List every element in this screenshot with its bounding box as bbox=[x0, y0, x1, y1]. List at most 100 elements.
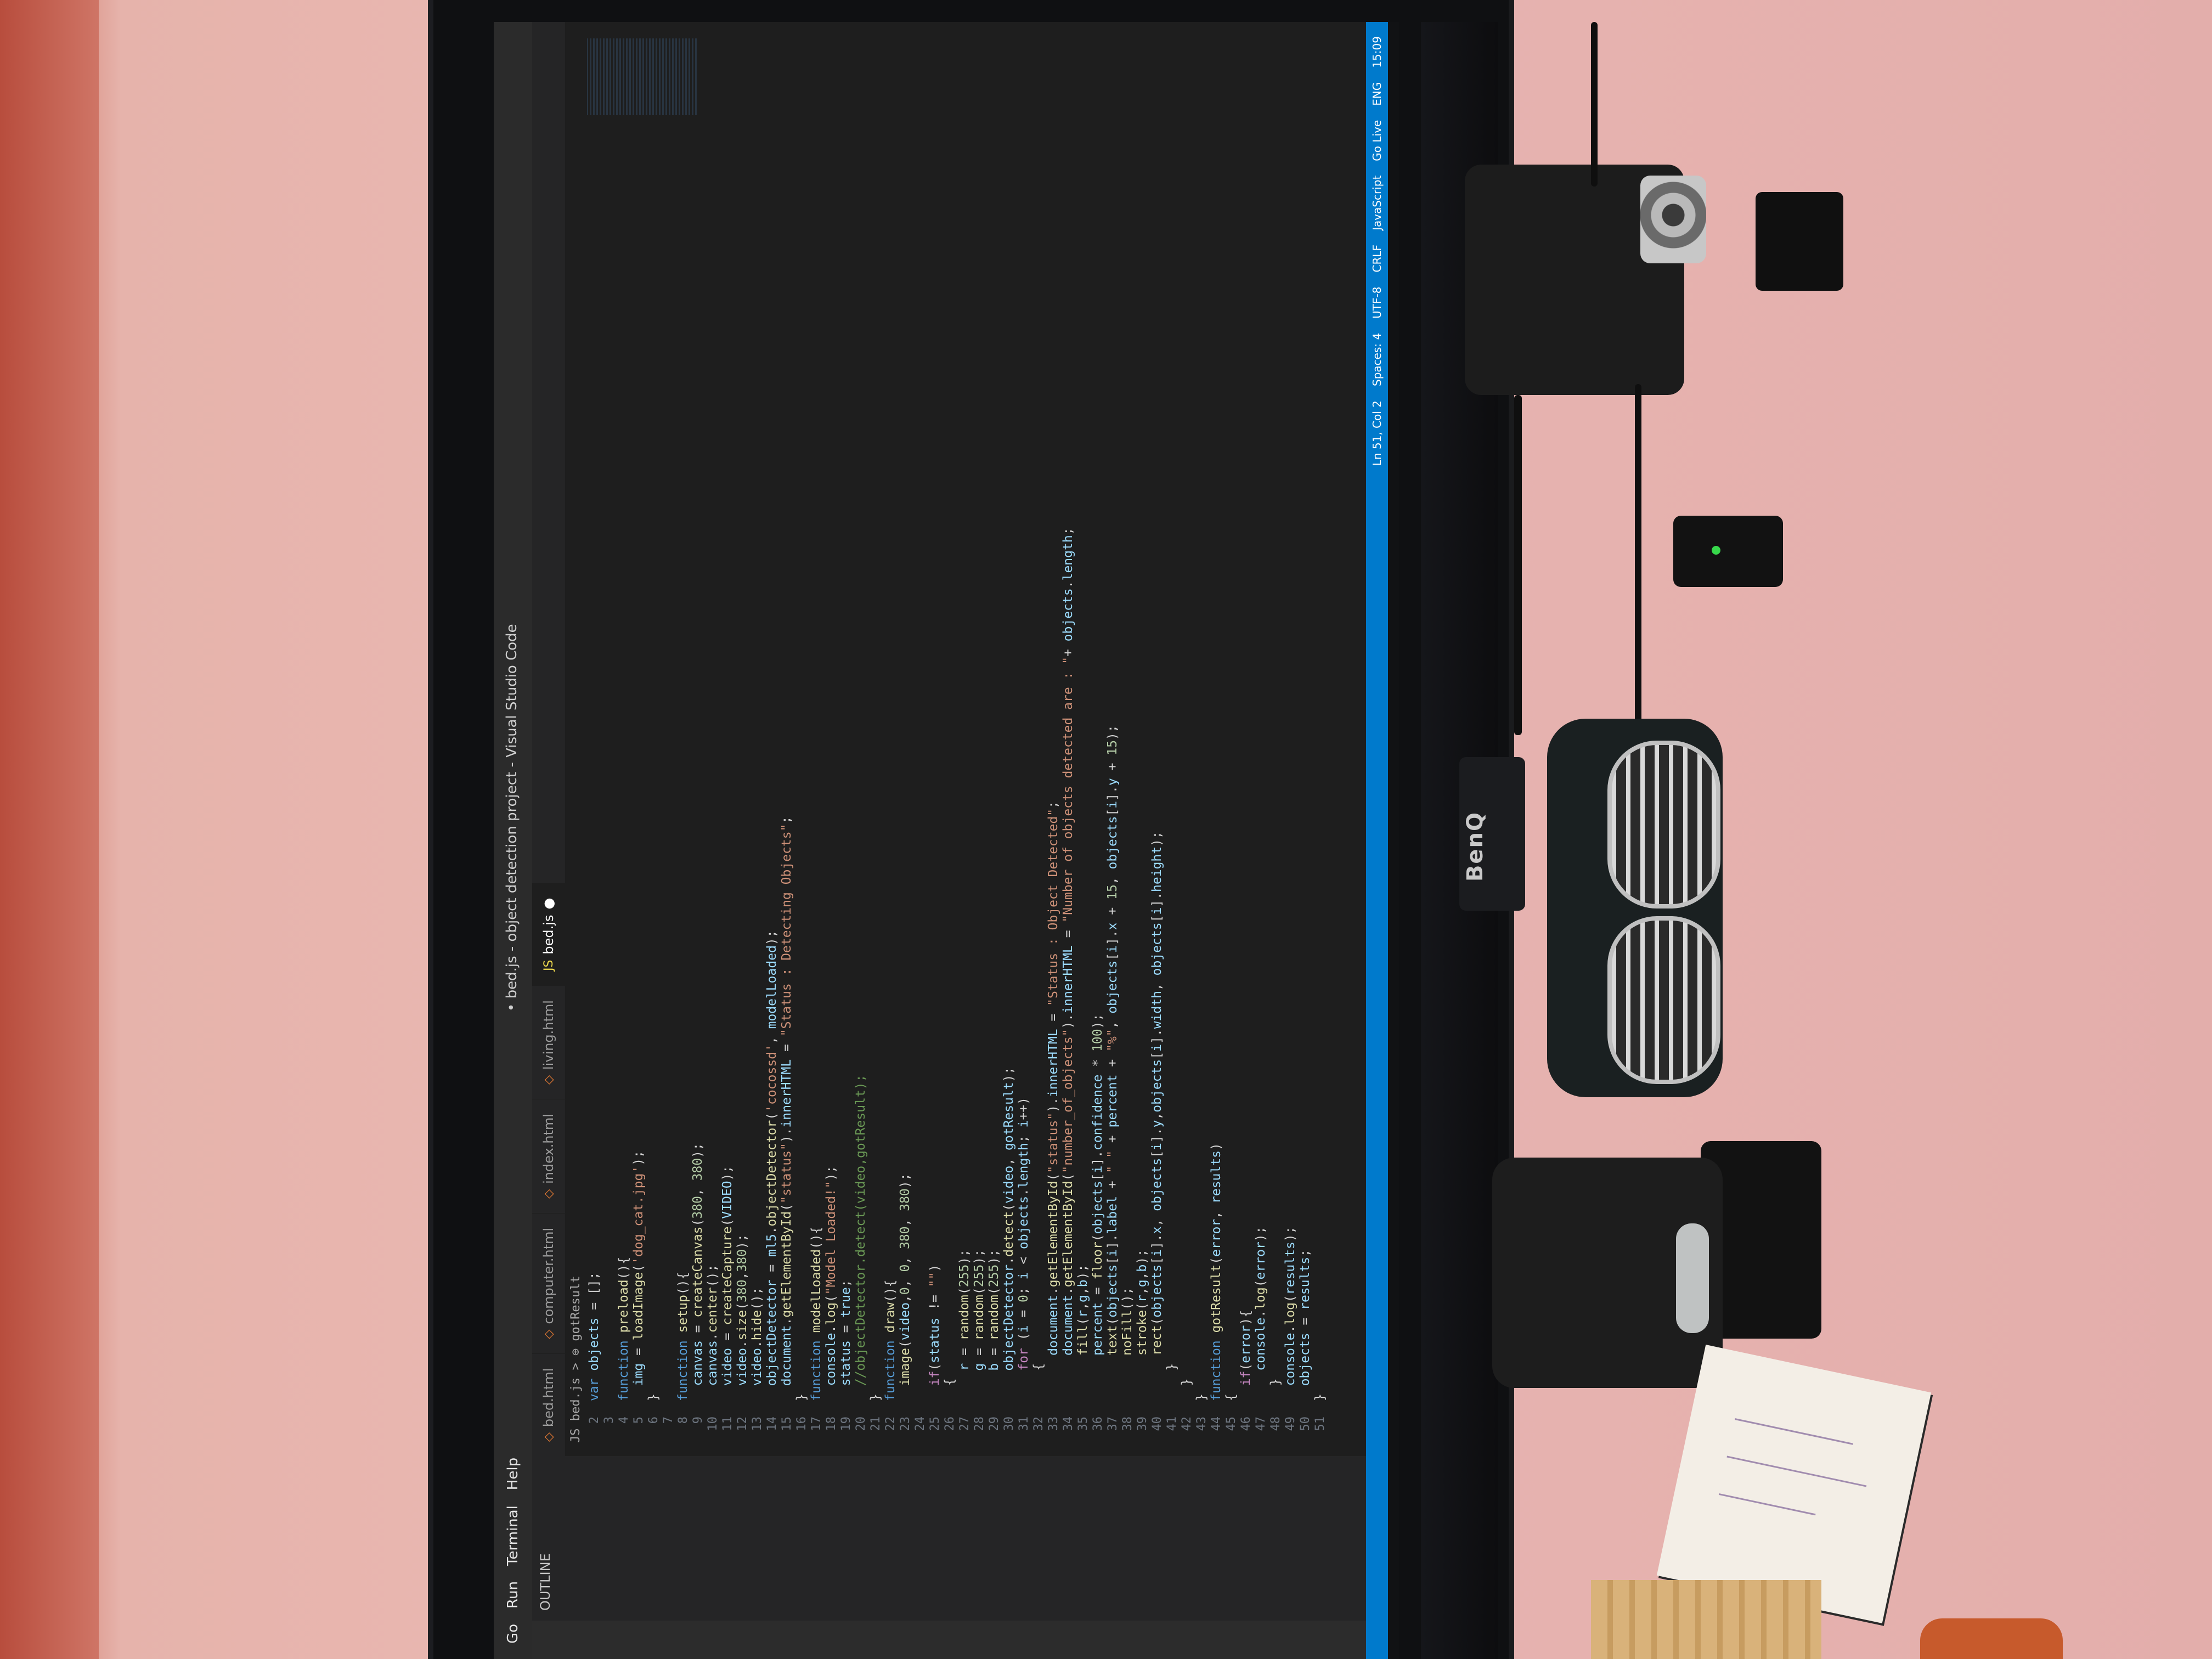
code-line[interactable]: function gotResult(error, results) bbox=[1209, 30, 1224, 1401]
cup bbox=[1920, 1618, 2063, 1659]
code-line[interactable]: document.getElementById("status").innerH… bbox=[780, 30, 794, 1401]
code-line[interactable]: { bbox=[1224, 30, 1239, 1401]
tab-label: bed.html bbox=[541, 1368, 556, 1427]
status-cursor-position[interactable]: Ln 51, Col 2 bbox=[1370, 400, 1384, 466]
code-line[interactable]: } bbox=[1194, 30, 1209, 1401]
line-number: 32 bbox=[1032, 1417, 1046, 1431]
code-line[interactable]: function modelLoaded(){ bbox=[809, 30, 824, 1401]
code-line[interactable]: var objects = []; bbox=[587, 30, 602, 1401]
line-number: 46 bbox=[1239, 1417, 1253, 1431]
tab-bed-js[interactable]: JS bed.js ● bbox=[532, 883, 565, 986]
code-line[interactable]: objects = results; bbox=[1298, 30, 1313, 1401]
wooden-sticks bbox=[1591, 1580, 1821, 1659]
tab-computer-html[interactable]: ◇ computer.html bbox=[532, 1212, 565, 1353]
code-line[interactable]: } bbox=[1180, 30, 1194, 1401]
code-line[interactable]: } bbox=[794, 30, 809, 1401]
line-number: 44 bbox=[1210, 1417, 1223, 1431]
code-line[interactable]: text(objects[i].label + " " + percent + … bbox=[1105, 30, 1120, 1401]
line-number: 2 bbox=[588, 1417, 601, 1424]
code-line[interactable]: console.log(error); bbox=[1254, 30, 1268, 1401]
code-line[interactable]: { bbox=[1031, 30, 1046, 1401]
code-line[interactable]: console.log("Model Loaded!"); bbox=[824, 30, 839, 1401]
code-editor[interactable]: 2 3 4 5 6 7 8 9 10 11 12 13 14 15 16 17 18 19 20 21 22 23 24 25… bbox=[587, 22, 1366, 1456]
status-eol[interactable]: CRLF bbox=[1370, 245, 1384, 273]
code-line[interactable]: canvas.center(); bbox=[706, 30, 720, 1401]
code-line[interactable]: console.log(results); bbox=[1283, 30, 1298, 1401]
code-line[interactable]: } bbox=[1268, 30, 1283, 1401]
code-line[interactable]: } bbox=[1313, 30, 1328, 1401]
code-line[interactable]: { bbox=[943, 30, 957, 1401]
line-number: 5 bbox=[632, 1417, 646, 1424]
code-line[interactable]: function setup(){ bbox=[676, 30, 691, 1401]
status-lang-code[interactable]: ENG bbox=[1370, 82, 1384, 106]
line-number: 35 bbox=[1076, 1417, 1090, 1431]
line-number: 3 bbox=[602, 1417, 616, 1424]
code-line[interactable]: video.size(380,380); bbox=[735, 30, 750, 1401]
line-number: 7 bbox=[662, 1417, 675, 1424]
line-number: 33 bbox=[1047, 1417, 1060, 1431]
sidebar-outline[interactable]: OUTLINE bbox=[532, 1456, 558, 1621]
code-line[interactable]: objectDetector = ml5.objectDetector('coc… bbox=[765, 30, 780, 1401]
code-line[interactable] bbox=[913, 30, 928, 1401]
status-indentation[interactable]: Spaces: 4 bbox=[1370, 333, 1384, 386]
code-line[interactable]: rect(objects[i].x, objects[i].y,objects[… bbox=[1150, 30, 1165, 1401]
code-line[interactable]: function draw(){ bbox=[883, 30, 898, 1401]
tab-bed-html[interactable]: ◇ bed.html bbox=[532, 1353, 565, 1456]
menu-go[interactable]: Go bbox=[505, 1624, 521, 1644]
js-icon: JS bbox=[541, 960, 556, 972]
code-area[interactable]: var objects = []; function preload(){ img… bbox=[587, 30, 1366, 1401]
speaker-badge bbox=[1676, 1223, 1709, 1333]
handwriting bbox=[1718, 1493, 1816, 1516]
tab-living-html[interactable]: ◇ living.html bbox=[532, 985, 565, 1099]
line-number: 11 bbox=[721, 1417, 735, 1431]
code-line[interactable]: canvas = createCanvas(380, 380); bbox=[691, 30, 706, 1401]
line-number: 12 bbox=[736, 1417, 749, 1431]
code-line[interactable]: } bbox=[868, 30, 883, 1401]
code-line[interactable]: function preload(){ bbox=[617, 30, 631, 1401]
code-line[interactable] bbox=[602, 30, 617, 1401]
status-go-live[interactable]: Go Live bbox=[1370, 120, 1384, 161]
line-number: 39 bbox=[1136, 1417, 1149, 1431]
code-line[interactable]: video = createCapture(VIDEO); bbox=[720, 30, 735, 1401]
line-number: 36 bbox=[1091, 1417, 1105, 1431]
code-line[interactable]: image(video,0, 0, 380, 380); bbox=[898, 30, 913, 1401]
window-title: • bed.js - object detection project - Vi… bbox=[504, 624, 520, 1012]
line-number: 51 bbox=[1313, 1417, 1327, 1431]
code-line[interactable]: video.hide(); bbox=[750, 30, 765, 1401]
code-line[interactable]: //objectDetector.detect(video,gotResult)… bbox=[854, 30, 868, 1401]
line-number: 19 bbox=[839, 1417, 853, 1431]
code-line[interactable]: noFill(); bbox=[1120, 30, 1135, 1401]
tab-index-html[interactable]: ◇ index.html bbox=[532, 1098, 565, 1213]
code-line[interactable]: if(error){ bbox=[1239, 30, 1254, 1401]
code-line[interactable]: b = random(255); bbox=[987, 30, 1002, 1401]
unsaved-dot-icon[interactable]: ● bbox=[541, 898, 556, 910]
code-line[interactable]: img = loadImage('dog_cat.jpg'); bbox=[631, 30, 646, 1401]
code-line[interactable]: document.getElementById("status").innerH… bbox=[1046, 30, 1061, 1401]
code-line[interactable]: } bbox=[646, 30, 661, 1401]
menu-run[interactable]: Run bbox=[505, 1581, 521, 1609]
code-line[interactable]: stroke(r,g,b); bbox=[1135, 30, 1150, 1401]
code-line[interactable]: } bbox=[1165, 30, 1180, 1401]
monitor-brand-logo: BenQ bbox=[1463, 811, 1488, 882]
status-language[interactable]: JavaScript bbox=[1370, 176, 1384, 230]
html-icon: ◇ bbox=[541, 1075, 556, 1085]
breadcrumb[interactable]: JS bed.js > ⊕ gotResult bbox=[565, 22, 587, 1456]
menu-help[interactable]: Help bbox=[505, 1458, 521, 1490]
status-encoding[interactable]: UTF-8 bbox=[1370, 286, 1384, 318]
code-line[interactable] bbox=[661, 30, 676, 1401]
code-line[interactable]: status = true; bbox=[839, 30, 854, 1401]
code-line[interactable]: for (i = 0; i < objects.length; i++) bbox=[1017, 30, 1031, 1401]
line-number: 50 bbox=[1299, 1417, 1312, 1431]
menu-terminal[interactable]: Terminal bbox=[505, 1505, 521, 1566]
code-line[interactable]: r = random(255); bbox=[957, 30, 972, 1401]
code-line[interactable]: document.getElementById("number_of_objec… bbox=[1061, 30, 1076, 1401]
code-line[interactable]: if(status != "") bbox=[928, 30, 943, 1401]
code-line[interactable]: objectDetector.detect(video, gotResult); bbox=[1002, 30, 1017, 1401]
code-line[interactable]: fill(r,g,b); bbox=[1076, 30, 1091, 1401]
minimap[interactable] bbox=[587, 38, 697, 115]
windows-taskbar bbox=[1388, 22, 1399, 1659]
code-line[interactable]: percent = floor(objects[i].confidence * … bbox=[1091, 30, 1105, 1401]
line-number: 6 bbox=[647, 1417, 661, 1424]
line-number: 34 bbox=[1062, 1417, 1075, 1431]
code-line[interactable]: g = random(255); bbox=[972, 30, 987, 1401]
